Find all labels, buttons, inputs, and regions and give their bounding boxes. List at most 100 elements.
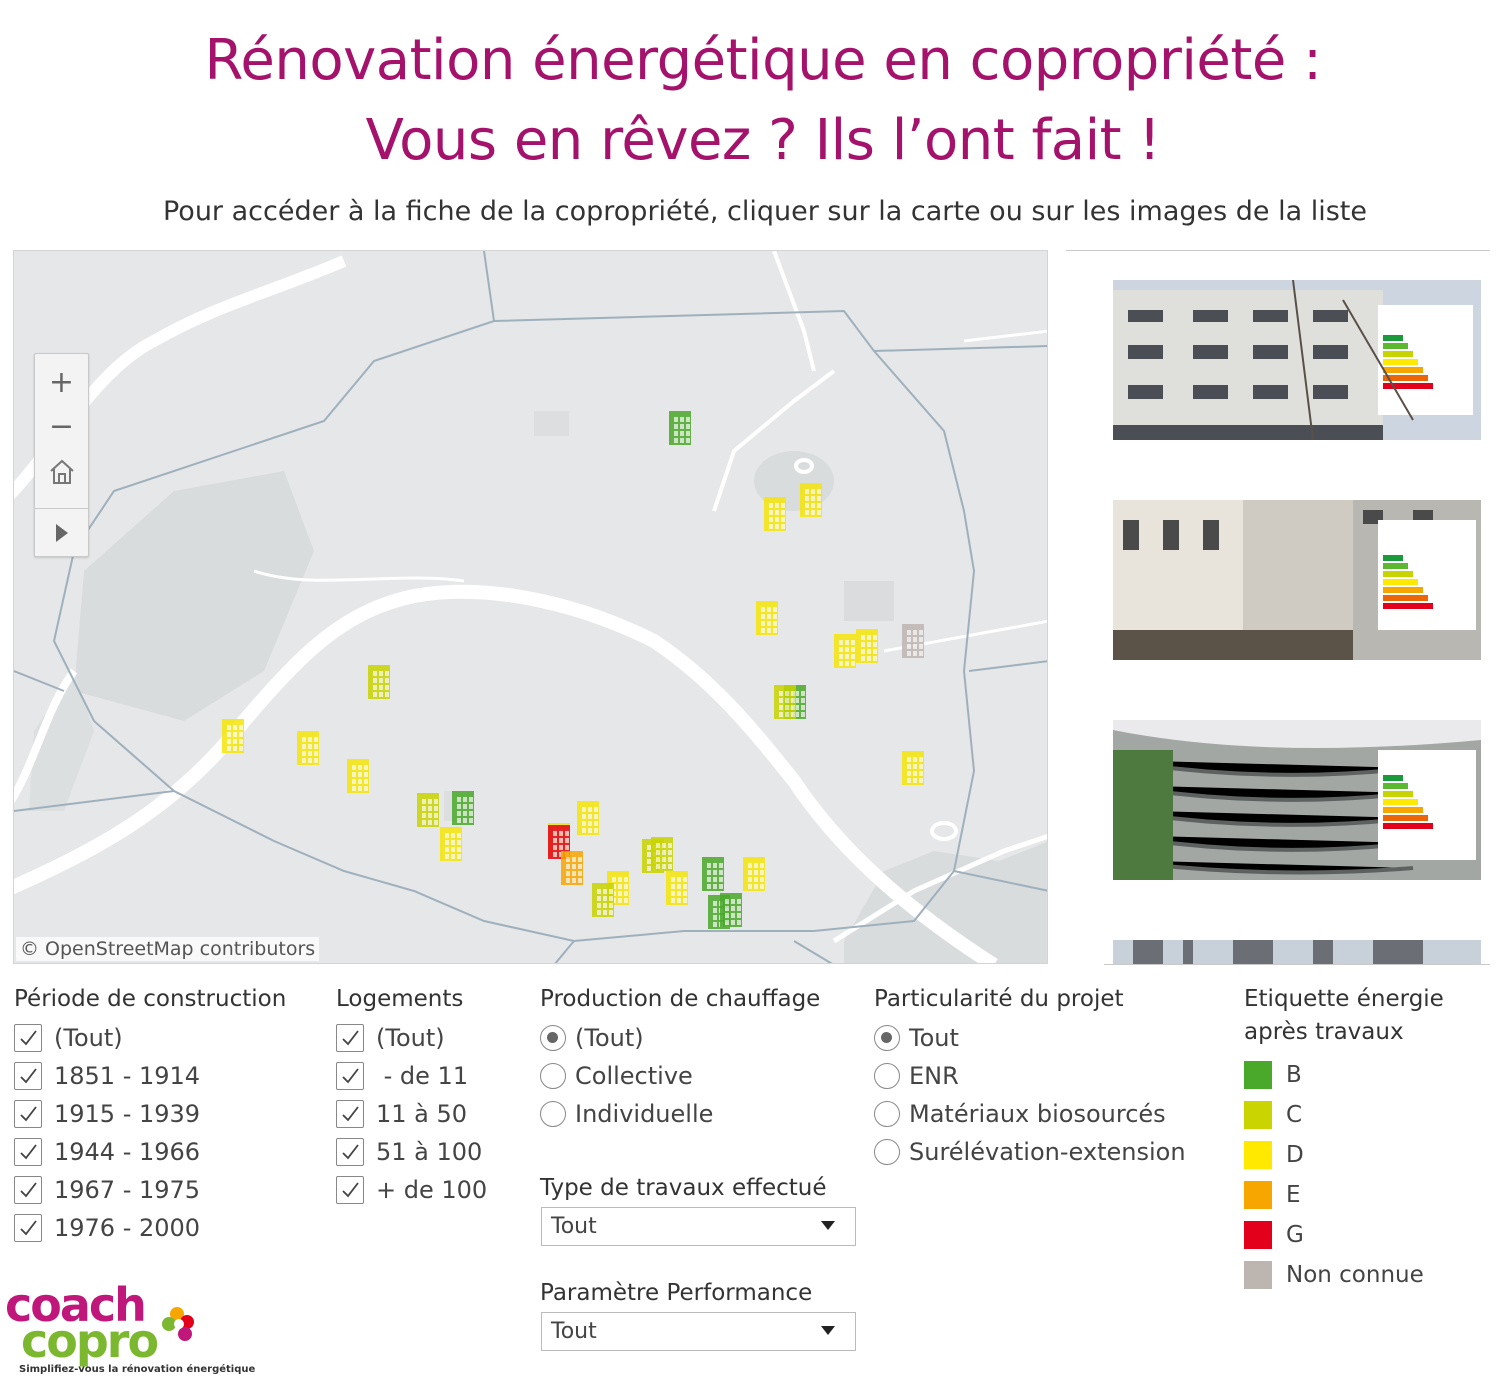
periode-option[interactable]: 1915 - 1939 bbox=[14, 1099, 200, 1129]
logements-option[interactable]: 51 à 100 bbox=[336, 1137, 482, 1167]
particularite-option[interactable]: Tout bbox=[874, 1023, 959, 1053]
play-icon bbox=[55, 523, 68, 542]
map-marker-building[interactable] bbox=[417, 793, 439, 827]
filter-particularite-projet: Particularité du projet Tout ENR Matériaux… bbox=[874, 986, 1214, 1176]
chauffage-option[interactable]: (Tout) bbox=[540, 1023, 644, 1053]
map-marker-building[interactable] bbox=[720, 893, 742, 927]
legend-item[interactable]: G bbox=[1244, 1220, 1304, 1250]
logements-option[interactable]: 11 à 50 bbox=[336, 1099, 467, 1129]
map-marker-building[interactable] bbox=[834, 634, 856, 668]
checkbox[interactable] bbox=[14, 1024, 42, 1052]
map-marker-building[interactable] bbox=[452, 791, 474, 825]
checkbox[interactable] bbox=[336, 1024, 364, 1052]
map-marker-building[interactable] bbox=[902, 624, 924, 658]
map-marker-building[interactable] bbox=[297, 731, 319, 765]
project-thumbnail-2[interactable] bbox=[1113, 500, 1481, 660]
type-travaux-dropdown[interactable]: Tout bbox=[541, 1207, 856, 1246]
radio-button[interactable] bbox=[874, 1101, 900, 1127]
chevron-down-icon bbox=[821, 1221, 835, 1230]
legend-swatch bbox=[1244, 1181, 1272, 1209]
play-button[interactable] bbox=[35, 508, 88, 556]
map-marker-building[interactable] bbox=[561, 851, 583, 885]
map-marker-building[interactable] bbox=[902, 751, 924, 785]
particularite-option-label: Tout bbox=[909, 1024, 959, 1052]
map-marker-building[interactable] bbox=[592, 883, 614, 917]
map-marker-building[interactable] bbox=[669, 411, 691, 445]
zoom-in-button[interactable]: + bbox=[35, 360, 88, 404]
legend-item-label: C bbox=[1286, 1102, 1303, 1128]
logo-flower-icon bbox=[162, 1307, 194, 1341]
radio-button[interactable] bbox=[874, 1139, 900, 1165]
checkbox[interactable] bbox=[336, 1176, 364, 1204]
legend-item-label: E bbox=[1286, 1182, 1301, 1208]
radio-button[interactable] bbox=[874, 1025, 900, 1051]
chauffage-option[interactable]: Collective bbox=[540, 1061, 693, 1091]
checkbox[interactable] bbox=[14, 1176, 42, 1204]
map-marker-building[interactable] bbox=[756, 601, 778, 635]
performance-dropdown[interactable]: Tout bbox=[541, 1312, 856, 1351]
project-thumbnail-3[interactable] bbox=[1113, 720, 1481, 880]
map-marker-building[interactable] bbox=[743, 857, 765, 891]
filter-production-chauffage: Production de chauffage (Tout) Collective… bbox=[540, 986, 860, 1136]
logements-option[interactable]: - de 11 bbox=[336, 1061, 468, 1091]
map-marker-building[interactable] bbox=[222, 719, 244, 753]
periode-option[interactable]: 1976 - 2000 bbox=[14, 1213, 200, 1243]
map-marker-building[interactable] bbox=[368, 665, 390, 699]
radio-button[interactable] bbox=[874, 1063, 900, 1089]
radio-button[interactable] bbox=[540, 1063, 566, 1089]
checkbox[interactable] bbox=[336, 1138, 364, 1166]
home-button[interactable] bbox=[35, 450, 88, 494]
periode-option[interactable]: (Tout) bbox=[14, 1023, 123, 1053]
map-marker-building[interactable] bbox=[577, 801, 599, 835]
map-marker-building[interactable] bbox=[856, 629, 878, 663]
checkbox[interactable] bbox=[14, 1100, 42, 1128]
list-divider-bottom bbox=[1104, 964, 1490, 965]
legend-swatch bbox=[1244, 1261, 1272, 1289]
particularite-option-label: Matériaux biosourcés bbox=[909, 1100, 1166, 1128]
periode-option[interactable]: 1944 - 1966 bbox=[14, 1137, 200, 1167]
checkbox[interactable] bbox=[14, 1138, 42, 1166]
project-thumbnail-1[interactable] bbox=[1113, 280, 1481, 440]
radio-button[interactable] bbox=[540, 1025, 566, 1051]
list-divider-top bbox=[1066, 250, 1490, 251]
map-marker-building[interactable] bbox=[347, 759, 369, 793]
checkbox[interactable] bbox=[14, 1214, 42, 1242]
checkmark-icon bbox=[342, 1030, 359, 1046]
map-marker-building[interactable] bbox=[800, 483, 822, 517]
chauffage-option[interactable]: Individuelle bbox=[540, 1099, 713, 1129]
legend-item-label: D bbox=[1286, 1142, 1304, 1168]
radio-button[interactable] bbox=[540, 1101, 566, 1127]
filter-performance-title: Paramètre Performance bbox=[540, 1280, 813, 1306]
legend-etiquette-energie: Etiquette énergie après travaux B C D E G Non… bbox=[1244, 986, 1494, 1296]
logements-option[interactable]: (Tout) bbox=[336, 1023, 445, 1053]
project-thumbnail-4[interactable] bbox=[1113, 940, 1481, 964]
logo-text-copro: copro bbox=[21, 1314, 159, 1368]
map-marker-building[interactable] bbox=[774, 685, 796, 719]
checkmark-icon bbox=[20, 1144, 37, 1160]
checkbox[interactable] bbox=[336, 1062, 364, 1090]
checkbox[interactable] bbox=[14, 1062, 42, 1090]
filter-type-travaux: Type de travaux effectué Tout bbox=[540, 1175, 860, 1255]
particularite-option[interactable]: Matériaux biosourcés bbox=[874, 1099, 1166, 1129]
map-marker-building[interactable] bbox=[702, 857, 724, 891]
legend-item[interactable]: D bbox=[1244, 1140, 1304, 1170]
map-view[interactable]: + − © OpenStreetMap contributors bbox=[13, 250, 1048, 964]
checkbox[interactable] bbox=[336, 1100, 364, 1128]
map-marker-building[interactable] bbox=[440, 827, 462, 861]
periode-option[interactable]: 1851 - 1914 bbox=[14, 1061, 200, 1091]
legend-item[interactable]: C bbox=[1244, 1100, 1302, 1130]
particularite-option[interactable]: Surélévation-extension bbox=[874, 1137, 1186, 1167]
legend-item[interactable]: Non connue bbox=[1244, 1260, 1424, 1290]
logements-option[interactable]: + de 100 bbox=[336, 1175, 487, 1205]
particularite-option[interactable]: ENR bbox=[874, 1061, 959, 1091]
map-marker-building[interactable] bbox=[651, 837, 673, 871]
checkmark-icon bbox=[342, 1144, 359, 1160]
zoom-out-button[interactable]: − bbox=[35, 404, 88, 448]
map-marker-building[interactable] bbox=[764, 497, 786, 531]
map-marker-building[interactable] bbox=[666, 871, 688, 905]
legend-item[interactable]: E bbox=[1244, 1180, 1301, 1210]
logements-option-label: 51 à 100 bbox=[376, 1138, 483, 1166]
legend-item-label: G bbox=[1286, 1222, 1304, 1248]
legend-item[interactable]: B bbox=[1244, 1060, 1302, 1090]
periode-option[interactable]: 1967 - 1975 bbox=[14, 1175, 200, 1205]
